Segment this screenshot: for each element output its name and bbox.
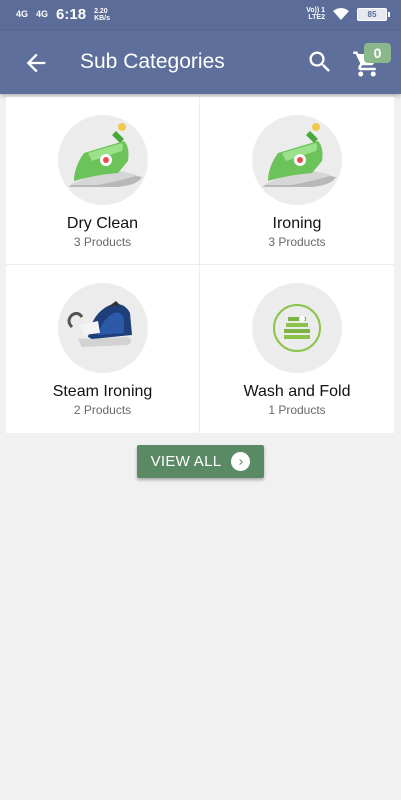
view-all-button[interactable]: VIEW ALL <box>137 445 264 478</box>
lte-label: LTE2 <box>308 14 325 21</box>
category-name: Dry Clean <box>66 215 139 232</box>
cart-count-badge: 0 <box>364 43 391 63</box>
battery-level: 85 <box>367 9 377 19</box>
volte-indicator: Vo)) 1 LTE2 <box>306 7 325 21</box>
folded-clothes-icon <box>252 283 342 373</box>
status-bar: 4G 4G 6:18 2.20 KB/s Vo)) 1 LTE2 85 <box>0 0 401 31</box>
steam-iron-icon <box>58 283 148 373</box>
speed-unit: KB/s <box>94 14 111 22</box>
network-indicator-1: 4G <box>16 10 28 19</box>
back-arrow-icon[interactable] <box>22 49 50 77</box>
page-title: Sub Categories <box>80 50 225 73</box>
category-name: Ironing <box>272 215 322 232</box>
chevron-right-icon <box>231 452 251 471</box>
network-label: 4G <box>16 9 29 19</box>
category-count: 2 Products <box>73 403 132 417</box>
network-label: 4G <box>36 9 49 19</box>
category-count: 1 Products <box>268 403 326 417</box>
category-grid: Dry Clean 3 Products Ironing 3 Products <box>6 97 394 433</box>
status-time: 6:18 <box>56 6 87 23</box>
battery-icon: 85 <box>357 7 390 21</box>
category-card-wash-and-fold[interactable]: Wash and Fold 1 Products <box>200 265 394 433</box>
category-card-ironing[interactable]: Ironing 3 Products <box>200 97 394 265</box>
iron-icon <box>252 115 342 205</box>
wifi-icon <box>333 8 349 20</box>
category-name: Wash and Fold <box>243 383 351 400</box>
speed-value: 2.20 <box>94 7 108 15</box>
category-card-steam-ironing[interactable]: Steam Ironing 2 Products <box>6 265 200 433</box>
volte-label: Vo)) 1 <box>306 7 325 14</box>
network-speed: 2.20 KB/s <box>94 8 110 22</box>
category-count: 3 Products <box>73 235 132 249</box>
search-icon[interactable] <box>306 48 334 76</box>
category-name: Steam Ironing <box>52 383 153 400</box>
network-indicator-2: 4G <box>36 10 48 19</box>
category-card-dry-clean[interactable]: Dry Clean 3 Products <box>6 97 200 265</box>
view-all-label: VIEW ALL <box>150 453 222 470</box>
app-bar: Sub Categories 0 <box>0 31 401 94</box>
category-count: 3 Products <box>268 235 326 249</box>
iron-icon <box>58 115 148 205</box>
